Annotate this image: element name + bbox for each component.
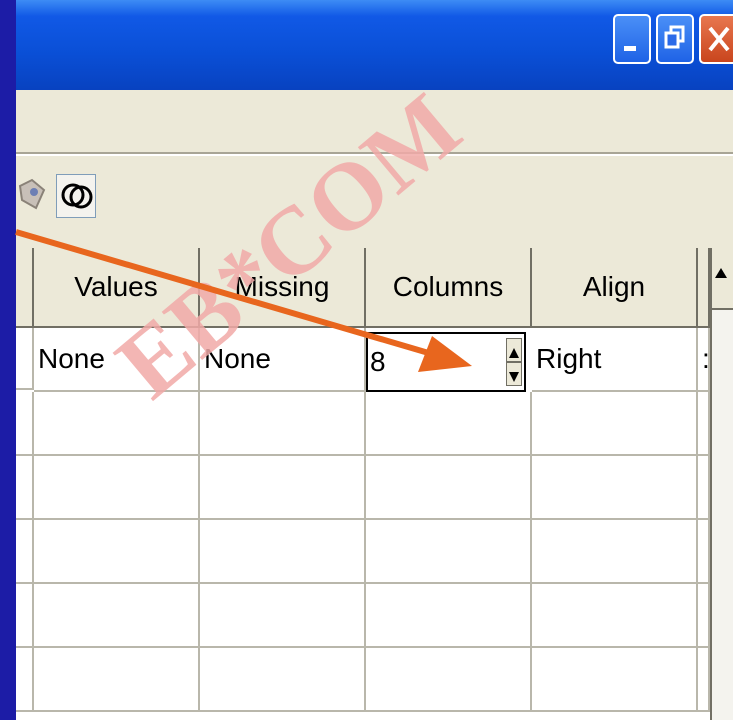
grid-cell[interactable] [698,584,710,648]
grid-cell[interactable] [16,456,34,520]
restore-button[interactable] [656,14,694,64]
grid-cell[interactable] [698,648,710,712]
column-header-columns[interactable]: Columns [366,248,532,328]
grid-cell[interactable] [200,520,366,584]
variable-grid: Values Missing Columns Align None None R… [16,248,733,720]
arrow-up-icon [715,268,727,278]
column-header-align[interactable]: Align [532,248,698,328]
grid-cell[interactable] [532,520,698,584]
grid-cell[interactable] [366,392,532,456]
use-sets-button[interactable] [56,174,96,218]
grid-cell[interactable] [34,456,200,520]
grid-cell[interactable] [366,456,532,520]
grid-cell[interactable] [34,648,200,712]
header-spacer [16,248,34,328]
cell-values[interactable]: None [34,328,200,392]
spin-down-button[interactable] [506,362,522,386]
close-icon [708,26,730,52]
grid-cell[interactable] [200,648,366,712]
columns-spinner-value: 8 [370,346,386,377]
grid-cell[interactable] [532,456,698,520]
columns-spinner[interactable]: 8 [366,332,526,392]
scroll-up-button[interactable] [712,248,733,310]
minimize-icon [624,46,636,51]
restore-icon [664,25,685,49]
arrow-down-icon [509,372,519,382]
grid-cell[interactable] [366,584,532,648]
menu-bar [16,90,733,152]
cell-missing[interactable]: None [200,328,366,392]
grid-cell[interactable] [200,584,366,648]
toolbar [16,156,733,248]
grid-cell[interactable] [698,392,710,456]
column-header-next[interactable] [698,248,710,328]
use-sets-icon [61,183,93,209]
grid-cell[interactable] [16,584,34,648]
grid-cell[interactable] [532,392,698,456]
column-header-missing[interactable]: Missing [200,248,366,328]
grid-cell[interactable] [34,584,200,648]
grid-cell[interactable] [200,392,366,456]
close-button[interactable] [699,14,733,64]
cell-align[interactable]: Right [532,328,698,392]
grid-cell[interactable] [366,648,532,712]
vertical-scrollbar[interactable] [710,248,733,720]
spss-window: Values Missing Columns Align None None R… [16,0,733,720]
grid-cell[interactable] [34,520,200,584]
arrow-up-icon [509,348,519,358]
spin-up-button[interactable] [506,338,522,362]
spinner-buttons [506,338,522,386]
cell-next[interactable]: : [698,328,710,392]
grid-cell[interactable] [532,648,698,712]
grid-cell[interactable] [16,520,34,584]
row-stub [16,328,34,390]
grid-cell[interactable] [34,392,200,456]
grid-cell[interactable] [532,584,698,648]
grid-cell[interactable] [16,648,34,712]
column-header-values[interactable]: Values [34,248,200,328]
grid-cell[interactable] [698,456,710,520]
value-labels-icon[interactable] [18,178,48,214]
grid-cell[interactable] [698,520,710,584]
grid-cell[interactable] [16,392,34,456]
grid-cell[interactable] [366,520,532,584]
minimize-button[interactable] [613,14,651,64]
grid-cell[interactable] [200,456,366,520]
title-bar [16,0,733,90]
